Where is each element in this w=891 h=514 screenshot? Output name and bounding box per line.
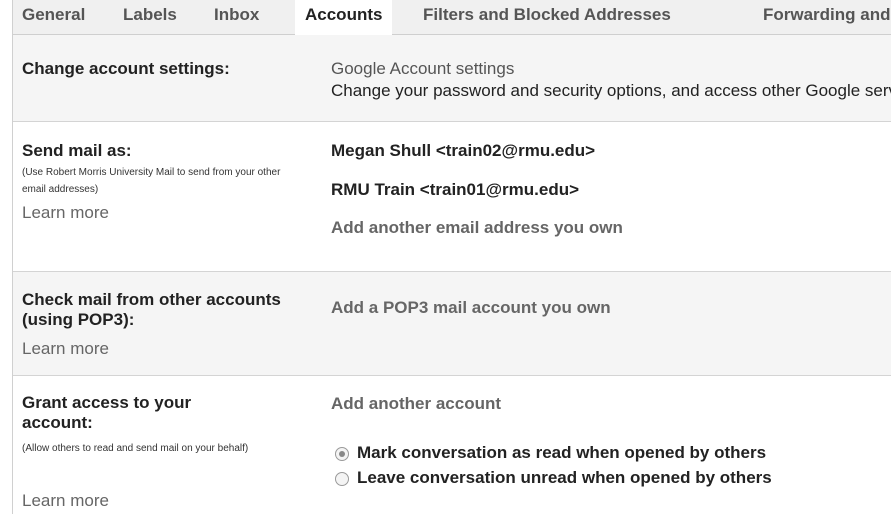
settings-tab-bar: General Labels Inbox Accounts Filters an… xyxy=(13,0,891,35)
tab-inbox[interactable]: Inbox xyxy=(214,0,259,34)
divider xyxy=(13,121,891,122)
mark-read-label[interactable]: Mark conversation as read when opened by… xyxy=(357,443,766,463)
divider xyxy=(13,375,891,376)
check-mail-label: Check mail from other accounts (using PO… xyxy=(22,290,281,329)
google-account-settings-link[interactable]: Google Account settings xyxy=(331,59,514,79)
tab-general[interactable]: General xyxy=(22,0,85,34)
send-as-address-2: RMU Train <train01@rmu.edu> xyxy=(331,180,580,199)
leave-unread-radio[interactable] xyxy=(335,472,349,486)
send-mail-as-note: (Use Robert Morris University Mail to se… xyxy=(22,167,281,195)
add-pop3-account-link[interactable]: Add a POP3 mail account you own xyxy=(331,298,611,318)
tab-accounts[interactable]: Accounts xyxy=(295,0,393,35)
leave-unread-label[interactable]: Leave conversation unread when opened by… xyxy=(357,468,772,488)
send-mail-as-label: Send mail as: xyxy=(22,141,132,160)
grant-access-note: (Allow others to read and send mail on y… xyxy=(22,443,249,454)
mark-read-radio[interactable] xyxy=(335,447,349,461)
tab-filters-and-blocked-addresses[interactable]: Filters and Blocked Addresses xyxy=(423,0,671,34)
tab-forwarding-and-pop-imap[interactable]: Forwarding and POP/IMAP xyxy=(763,0,891,34)
add-email-address-link[interactable]: Add another email address you own xyxy=(331,218,623,238)
send-as-address-1: Megan Shull <train02@rmu.edu> xyxy=(331,141,596,160)
change-account-label: Change account settings: xyxy=(22,59,230,78)
grant-access-learn-more-link[interactable]: Learn more xyxy=(22,491,109,511)
add-another-account-link[interactable]: Add another account xyxy=(331,394,501,414)
send-mail-learn-more-link[interactable]: Learn more xyxy=(22,203,109,223)
grant-access-label: Grant access to your account: xyxy=(22,393,192,432)
tab-labels[interactable]: Labels xyxy=(123,0,177,34)
change-account-description: Change your password and security option… xyxy=(331,81,891,100)
check-mail-learn-more-link[interactable]: Learn more xyxy=(22,339,109,359)
settings-panel: General Labels Inbox Accounts Filters an… xyxy=(12,0,891,514)
